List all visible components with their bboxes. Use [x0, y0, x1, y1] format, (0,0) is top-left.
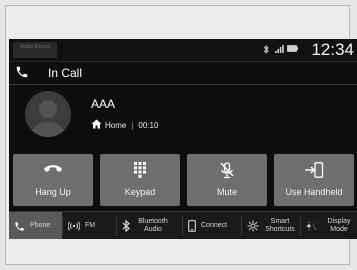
- keypad-icon: [100, 162, 180, 178]
- hang-up-label: Hang Up: [35, 187, 71, 197]
- display-mode-icon: [306, 221, 320, 231]
- use-handheld-label: Use Handheld: [285, 187, 343, 197]
- call-actions: Hang Up Keypad Mute Use Handheld: [13, 154, 354, 206]
- microphone-muted-icon: [187, 162, 267, 179]
- mute-label: Mute: [216, 187, 237, 197]
- nav-smart-shortcuts[interactable]: Smart Shortcuts: [242, 212, 300, 239]
- contact-avatar: [25, 91, 71, 137]
- phone-call-screen: Audio Source 12:34 In Call AAA Home | 00…: [9, 39, 357, 239]
- nav-connect[interactable]: Connect: [183, 212, 241, 239]
- call-status-label: In Call: [48, 66, 83, 80]
- bluetooth-icon: [263, 44, 271, 55]
- hang-up-icon: [13, 162, 93, 178]
- nav-connect-label: Connect: [201, 222, 228, 229]
- nav-smart-shortcuts-label: Smart Shortcuts: [265, 218, 295, 233]
- audio-source-button[interactable]: Audio Source: [13, 42, 57, 58]
- use-handheld-button[interactable]: Use Handheld: [274, 154, 354, 206]
- status-bar: Audio Source 12:34: [9, 39, 357, 62]
- nav-display-mode[interactable]: Display Mode: [301, 212, 357, 239]
- status-icons: [263, 44, 298, 55]
- call-header: In Call: [9, 62, 357, 85]
- radio-icon: [68, 220, 80, 232]
- contact-name: AAA: [91, 97, 116, 111]
- handheld-transfer-icon: [274, 162, 354, 178]
- nav-phone[interactable]: Phone: [9, 212, 62, 239]
- nav-bluetooth-audio[interactable]: Bluetooth Audio: [117, 212, 182, 239]
- battery-icon: [287, 45, 298, 53]
- separator: |: [131, 121, 134, 130]
- call-duration: 00:10: [138, 121, 159, 130]
- number-type: Home: [105, 121, 127, 130]
- nav-fm[interactable]: FM: [63, 212, 116, 239]
- nav-bluetooth-audio-label: Bluetooth Audio: [138, 218, 168, 233]
- smartphone-icon: [188, 220, 196, 232]
- keypad-button[interactable]: Keypad: [100, 154, 180, 206]
- bluetooth-icon: [122, 220, 130, 232]
- signal-icon: [275, 45, 284, 53]
- shortcuts-icon: [247, 220, 259, 232]
- keypad-label: Keypad: [124, 187, 156, 197]
- call-details: Home | 00:10: [91, 119, 158, 133]
- hang-up-button[interactable]: Hang Up: [13, 154, 93, 206]
- phone-icon: [15, 65, 29, 84]
- nav-phone-label: Phone: [30, 222, 51, 229]
- phone-icon: [14, 221, 25, 232]
- bottom-navigation: Phone FM Bluetooth Audio Connect Smart S…: [9, 211, 357, 239]
- nav-display-mode-label: Display Mode: [327, 218, 351, 233]
- clock: 12:34: [311, 40, 354, 59]
- home-icon: [91, 119, 102, 133]
- nav-fm-label: FM: [85, 222, 96, 229]
- mute-button[interactable]: Mute: [187, 154, 267, 206]
